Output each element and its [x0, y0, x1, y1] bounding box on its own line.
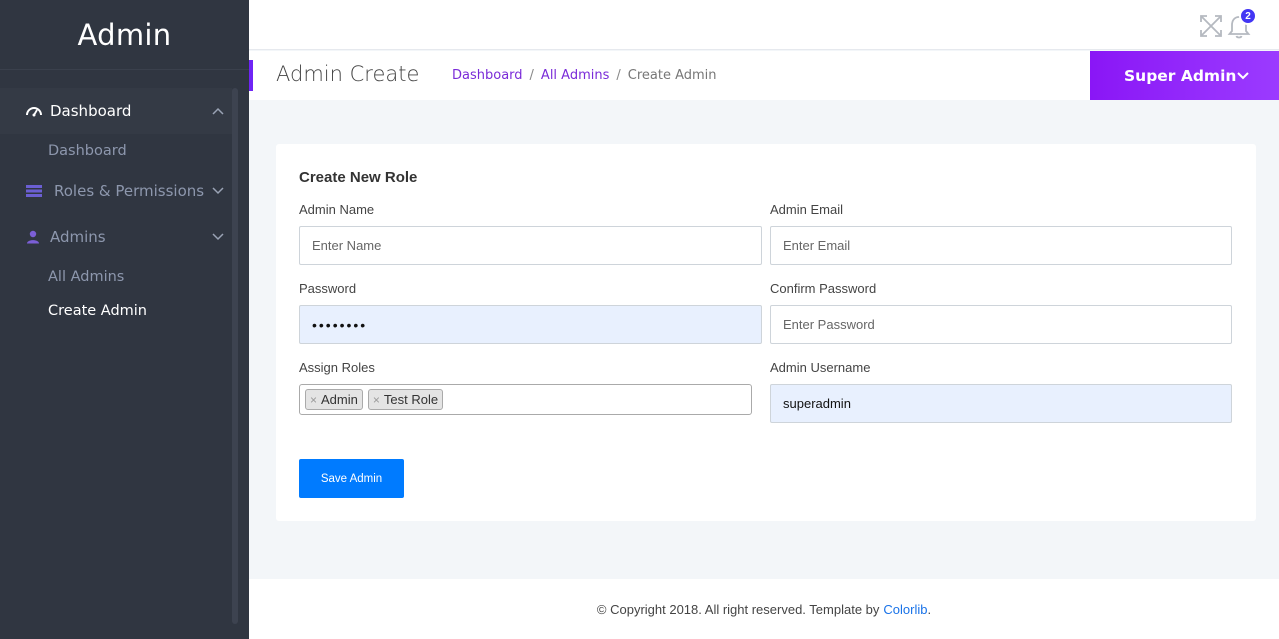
breadcrumb-dashboard[interactable]: Dashboard — [452, 68, 523, 83]
sidebar-subitem-all-admins[interactable]: All Admins — [0, 260, 232, 294]
password-label: Password — [299, 281, 357, 296]
form-title: Create New Role — [299, 169, 418, 186]
password-value: •••••••• — [312, 316, 368, 333]
chevron-down-icon — [1237, 72, 1249, 80]
page-title: Admin Create — [276, 62, 420, 86]
password-input[interactable]: •••••••• — [299, 305, 762, 344]
remove-tag-icon[interactable]: × — [373, 393, 380, 407]
breadcrumb-current: Create Admin — [627, 68, 717, 83]
sidebar-subitem-label: All Admins — [48, 269, 125, 285]
footer-colorlib-link[interactable]: Colorlib — [883, 602, 927, 617]
breadcrumb-separator: / — [616, 68, 621, 83]
sidebar-item-roles-permissions[interactable]: Roles & Permissions — [0, 168, 232, 214]
brand-logo[interactable]: Admin — [0, 0, 249, 70]
admin-username-input[interactable]: superadmin — [770, 384, 1232, 423]
save-admin-button[interactable]: Save Admin — [299, 459, 404, 498]
role-tag-label: Test Role — [383, 392, 439, 407]
admin-username-group: Admin Username superadmin — [770, 360, 1232, 423]
admin-email-input[interactable]: Enter Email — [770, 226, 1232, 265]
admin-username-label: Admin Username — [770, 360, 871, 375]
confirm-password-label: Confirm Password — [770, 281, 877, 296]
sidebar-menu: Dashboard Dashboard Roles & Permissions … — [0, 88, 232, 328]
notifications-button[interactable]: 2 — [1227, 7, 1257, 40]
chevron-down-icon — [212, 187, 224, 195]
confirm-password-group: Confirm Password Enter Password — [770, 281, 1232, 344]
admin-name-input[interactable]: Enter Name — [299, 226, 762, 265]
role-tag: × Test Role — [367, 389, 444, 410]
roles-multiselect[interactable]: × Admin × Test Role — [299, 384, 752, 415]
assign-roles-group: Assign Roles × Admin × Test Role — [299, 360, 762, 415]
expand-icon[interactable] — [1199, 14, 1223, 38]
remove-tag-icon[interactable]: × — [310, 393, 317, 407]
sidebar-subitem-create-admin[interactable]: Create Admin — [0, 294, 232, 328]
list-icon — [26, 185, 44, 197]
user-name: Super Admin — [1124, 66, 1237, 85]
notification-count-badge: 2 — [1239, 7, 1257, 25]
brand-text: Admin — [77, 17, 172, 52]
sidebar-item-admins[interactable]: Admins — [0, 214, 232, 260]
admin-email-group: Admin Email Enter Email — [770, 202, 1232, 265]
sidebar-item-label: Dashboard — [50, 102, 132, 120]
role-tag: × Admin — [305, 389, 363, 410]
sidebar-item-dashboard[interactable]: Dashboard — [0, 88, 232, 134]
sidebar: Admin Dashboard Dashboard Roles & Permis… — [0, 0, 249, 639]
sidebar-item-label: Admins — [50, 228, 106, 246]
admin-name-label: Admin Name — [299, 202, 375, 217]
chevron-down-icon — [212, 233, 224, 241]
footer: © Copyright 2018. All right reserved. Te… — [249, 579, 1279, 639]
admin-name-group: Admin Name Enter Name — [299, 202, 762, 265]
user-menu-button[interactable]: Super Admin — [1090, 51, 1279, 100]
password-group: Password •••••••• — [299, 281, 762, 344]
sidebar-subitem-dashboard[interactable]: Dashboard — [0, 134, 232, 168]
assign-roles-label: Assign Roles — [299, 360, 375, 375]
breadcrumb-all-admins[interactable]: All Admins — [541, 68, 609, 83]
admin-email-label: Admin Email — [770, 202, 843, 217]
breadcrumb-separator: / — [529, 68, 534, 83]
dashboard-gauge-icon — [26, 105, 44, 117]
sidebar-scrollbar[interactable] — [232, 88, 238, 624]
create-admin-card: Create New Role Admin Name Enter Name Ad… — [276, 144, 1256, 521]
sidebar-item-label: Roles & Permissions — [54, 182, 205, 200]
user-icon — [26, 230, 44, 244]
sidebar-subitem-label: Create Admin — [48, 303, 148, 319]
breadcrumb: Dashboard / All Admins / Create Admin — [452, 68, 717, 83]
sidebar-subitem-label: Dashboard — [48, 143, 127, 159]
role-tag-label: Admin — [321, 392, 358, 407]
chevron-up-icon — [212, 107, 224, 115]
page-title-bar: Admin Create Dashboard / All Admins / Cr… — [249, 51, 1279, 100]
footer-period: . — [927, 601, 932, 617]
topbar: 2 — [249, 0, 1279, 50]
confirm-password-input[interactable]: Enter Password — [770, 305, 1232, 344]
title-accent-bar — [249, 60, 253, 91]
footer-copyright: © Copyright 2018. All right reserved. Te… — [596, 601, 880, 617]
